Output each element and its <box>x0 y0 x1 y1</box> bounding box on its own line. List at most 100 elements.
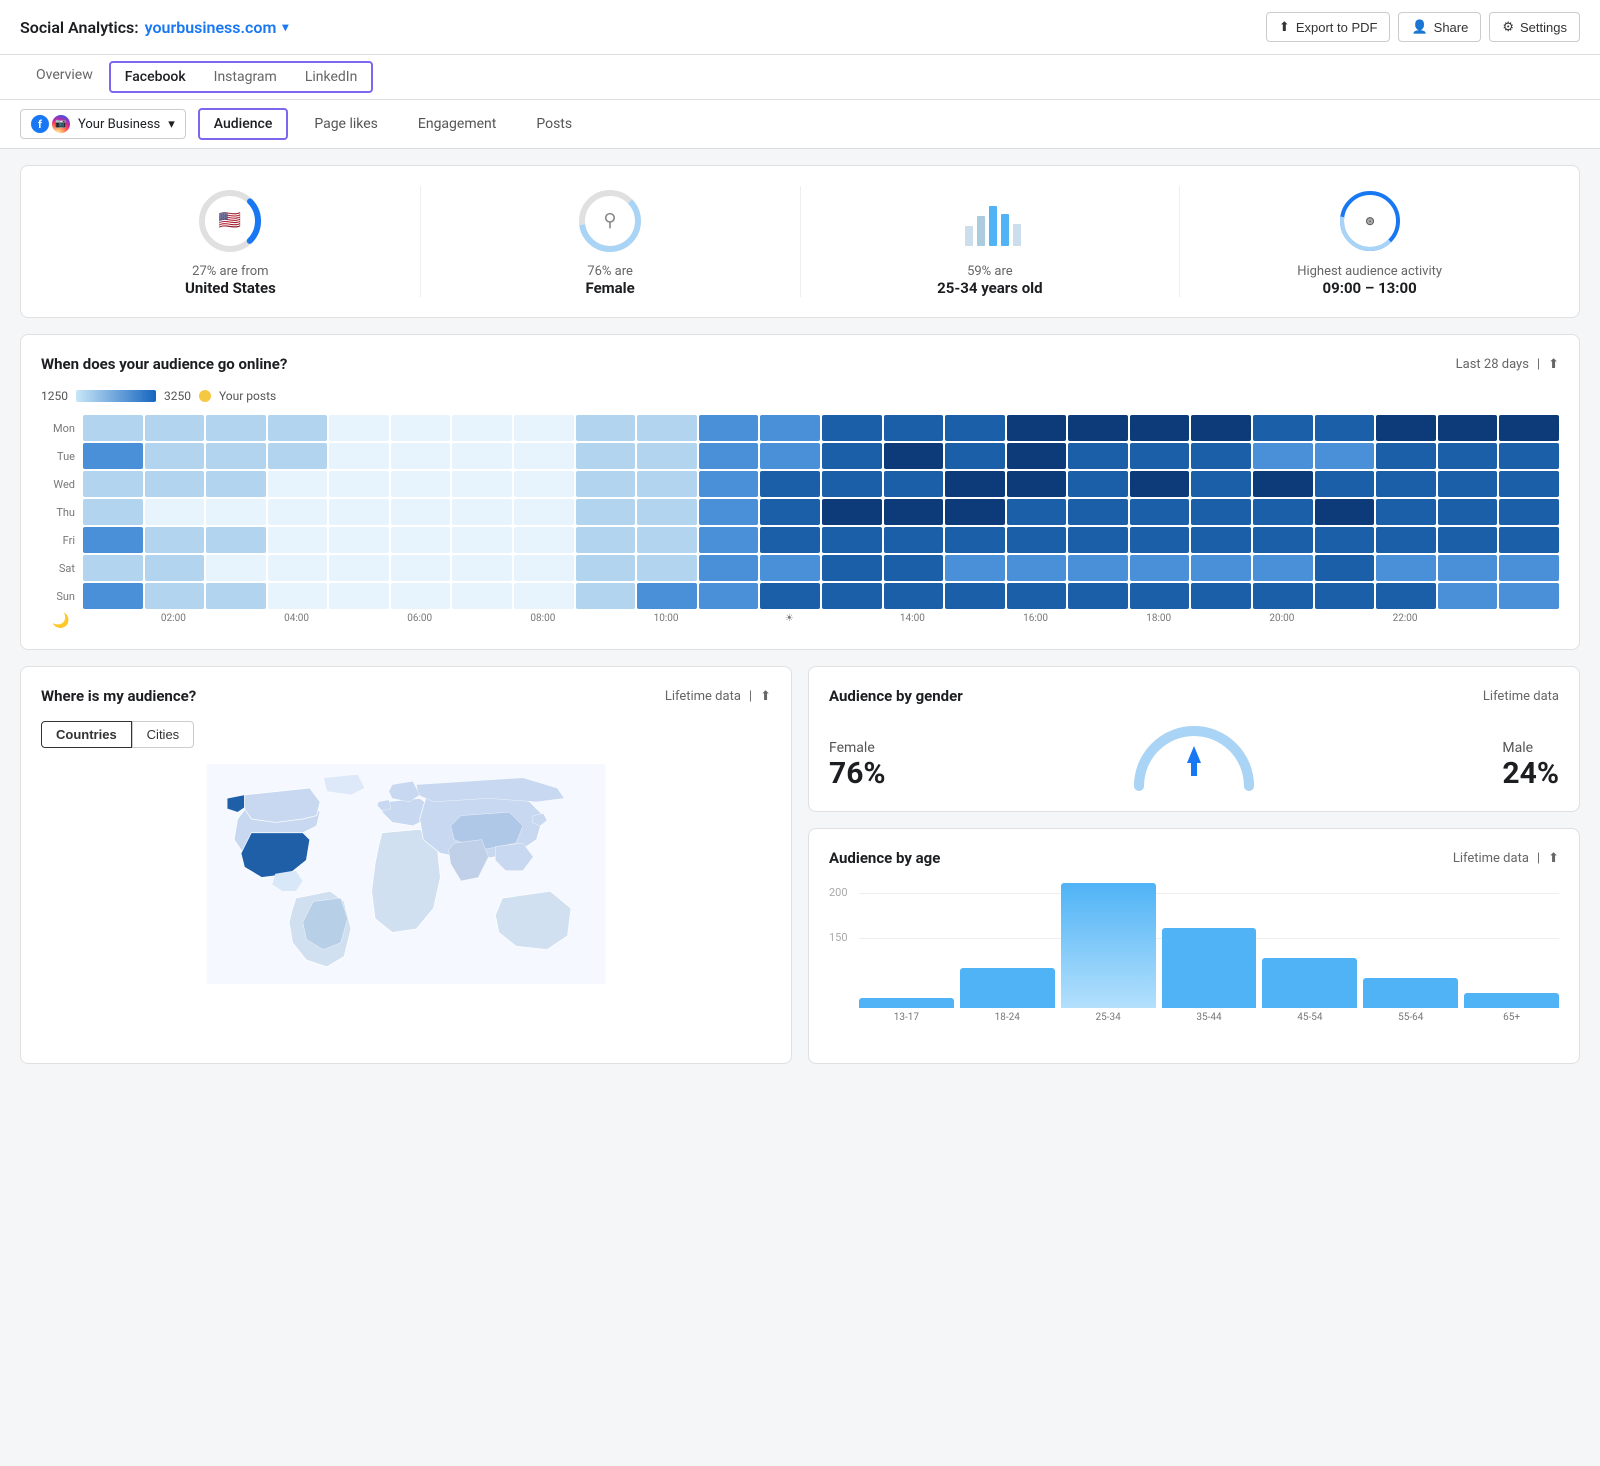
heatmap-cell <box>822 415 882 441</box>
sub-tab-engagement[interactable]: Engagement <box>404 110 510 138</box>
heatmap-cell <box>83 443 143 469</box>
top-bar: Social Analytics: yourbusiness.com ▾ ⬆ E… <box>0 0 1600 55</box>
settings-button[interactable]: ⚙ Settings <box>1489 12 1580 42</box>
age-bar-group: 65+ <box>1464 883 1559 1023</box>
heatmap-cell <box>1253 443 1313 469</box>
map-section: Where is my audience? Lifetime data | ⬆ … <box>20 666 792 1064</box>
instagram-icon: 📷 <box>52 115 70 133</box>
map-upload-icon[interactable]: ⬆ <box>760 689 771 704</box>
heatmap-cell <box>1438 471 1498 497</box>
heatmap-cell <box>576 555 636 581</box>
heatmap-cell <box>699 583 759 609</box>
sub-tab-posts[interactable]: Posts <box>522 110 586 138</box>
svg-text:⚲: ⚲ <box>604 210 617 231</box>
heatmap-cell <box>699 555 759 581</box>
age-meta: Lifetime data | ⬆ <box>1453 851 1559 866</box>
heatmap-cell <box>884 583 944 609</box>
heatmap-cell <box>1191 499 1251 525</box>
heatmap-cell <box>637 555 697 581</box>
heatmap-cell <box>145 499 205 525</box>
heatmap-cell <box>1007 443 1067 469</box>
heatmap-x-time-label: 20:00 <box>1251 613 1313 629</box>
nav-linkedin[interactable]: LinkedIn <box>291 63 372 91</box>
share-button[interactable]: 👤 Share <box>1398 12 1481 42</box>
nav-instagram[interactable]: Instagram <box>200 63 291 91</box>
heatmap-cell <box>1376 471 1436 497</box>
heatmap-x-time-label: 22:00 <box>1374 613 1436 629</box>
heatmap-upload-icon[interactable]: ⬆ <box>1548 357 1559 372</box>
heatmap-cell <box>699 527 759 553</box>
age-bar-label: 25-34 <box>1096 1012 1121 1023</box>
heatmap-header: When does your audience go online? Last … <box>41 355 1559 373</box>
heatmap-cell <box>1007 527 1067 553</box>
domain-chevron-icon[interactable]: ▾ <box>282 20 288 34</box>
heatmap-cell <box>945 471 1005 497</box>
heatmap-cell <box>1068 443 1128 469</box>
female-stat: Female 76% <box>829 740 886 791</box>
heatmap-cell <box>514 415 574 441</box>
heatmap-cell <box>329 415 389 441</box>
map-header: Where is my audience? Lifetime data | ⬆ <box>41 687 771 705</box>
gender-value: Female <box>421 279 800 297</box>
heatmap-cell <box>329 555 389 581</box>
heatmap-cell <box>206 443 266 469</box>
age-bar-label: 13-17 <box>894 1012 919 1023</box>
export-pdf-button[interactable]: ⬆ Export to PDF <box>1266 12 1391 42</box>
heatmap-cell <box>391 415 451 441</box>
heatmap-cell <box>637 583 697 609</box>
map-title: Where is my audience? <box>41 687 196 705</box>
age-header: Audience by age Lifetime data | ⬆ <box>829 849 1559 867</box>
heatmap-cell <box>884 443 944 469</box>
age-bars: 13-1718-2425-3435-4445-5455-6465+ <box>859 883 1559 1023</box>
facebook-icon: f <box>31 115 49 133</box>
heatmap-cell <box>268 443 328 469</box>
age-bar <box>1061 883 1156 1008</box>
social-nav-group: Facebook Instagram LinkedIn <box>109 61 374 93</box>
world-map <box>41 764 771 984</box>
heatmap-cell <box>206 527 266 553</box>
heatmap-cell <box>1376 555 1436 581</box>
heatmap-cell <box>514 499 574 525</box>
heatmap-cell <box>514 583 574 609</box>
age-bar <box>960 968 1055 1008</box>
svg-text:⊙: ⊙ <box>1365 214 1375 228</box>
heatmap-cell <box>884 499 944 525</box>
heatmap-cell <box>1130 555 1190 581</box>
nav-facebook[interactable]: Facebook <box>111 63 200 91</box>
tab-cities[interactable]: Cities <box>132 721 195 748</box>
heatmap-x-empty <box>1436 613 1498 629</box>
age-value: 25-34 years old <box>801 279 1180 297</box>
heatmap-cell <box>760 471 820 497</box>
age-upload-icon[interactable]: ⬆ <box>1548 851 1559 866</box>
gender-donut: ⚲ <box>575 186 645 256</box>
gender-meta: Lifetime data <box>1483 689 1559 704</box>
heatmap-day-label: Wed <box>41 471 81 497</box>
legend-posts: Your posts <box>219 389 276 403</box>
page-selector-chevron-icon: ▾ <box>168 117 175 132</box>
heatmap-cell <box>576 499 636 525</box>
female-label: Female <box>829 740 886 756</box>
tab-countries[interactable]: Countries <box>41 721 132 748</box>
heatmap-cell <box>329 583 389 609</box>
heatmap-cell <box>514 555 574 581</box>
heatmap-cell <box>145 583 205 609</box>
age-section: Audience by age Lifetime data | ⬆ 200 15… <box>808 828 1580 1064</box>
heatmap-cell <box>945 443 1005 469</box>
age-bar <box>1162 928 1257 1008</box>
heatmap-cell <box>1499 499 1559 525</box>
sub-tab-audience[interactable]: Audience <box>198 108 289 140</box>
moon-icon: 🌙 <box>41 613 81 629</box>
domain-link[interactable]: yourbusiness.com <box>145 18 277 37</box>
bottom-row: Where is my audience? Lifetime data | ⬆ … <box>20 666 1580 1064</box>
page-selector[interactable]: f 📷 Your Business ▾ <box>20 109 186 139</box>
heatmap-cell <box>1438 499 1498 525</box>
age-bar-label: 55-64 <box>1398 1012 1423 1023</box>
heatmap-x-empty <box>1313 613 1375 629</box>
heatmap-cell <box>945 499 1005 525</box>
nav-overview[interactable]: Overview <box>20 55 109 99</box>
heatmap-cell <box>1007 415 1067 441</box>
sub-tab-page-likes[interactable]: Page likes <box>300 110 392 138</box>
heatmap-cell <box>1376 415 1436 441</box>
gender-title: Audience by gender <box>829 687 963 705</box>
heatmap-cell <box>83 555 143 581</box>
